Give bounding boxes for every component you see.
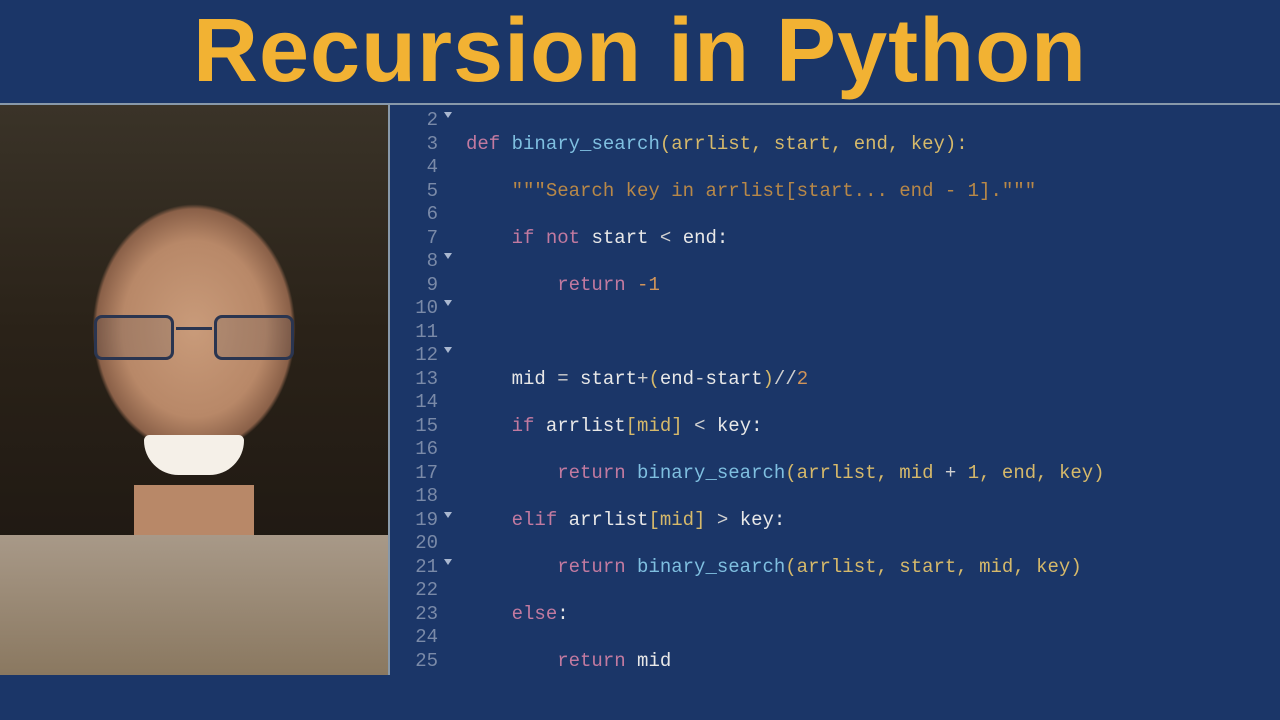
fold-icon[interactable] [444,112,452,118]
webcam-feed [0,105,390,675]
line-number: 16 [390,438,438,462]
line-number: 4 [390,156,438,180]
code-line: return binary_search(arrlist, mid + 1, e… [466,462,1280,486]
code-line: else: [466,603,1280,627]
content-row: 2345678910111213141516171819202122232425… [0,103,1280,720]
code-line: return -1 [466,274,1280,298]
code-line: """Search key in arrlist[start... end - … [466,180,1280,204]
line-number: 2 [390,109,438,133]
line-number: 11 [390,321,438,345]
code-line: if not start < end: [466,227,1280,251]
code-line: if arrlist[mid] < key: [466,415,1280,439]
line-number: 24 [390,626,438,650]
line-number: 9 [390,274,438,298]
line-number: 20 [390,532,438,556]
line-number: 12 [390,344,438,368]
code-line: return mid [466,650,1280,674]
code-line [466,321,1280,345]
line-number: 7 [390,227,438,251]
line-number: 25 [390,650,438,674]
line-number: 21 [390,556,438,580]
code-line: def binary_search(arrlist, start, end, k… [466,133,1280,157]
code-editor[interactable]: 2345678910111213141516171819202122232425… [390,105,1280,720]
code-line: mid = start+(end-start)//2 [466,368,1280,392]
fold-icon[interactable] [444,512,452,518]
line-number: 8 [390,250,438,274]
line-number: 5 [390,180,438,204]
line-number: 17 [390,462,438,486]
line-number: 14 [390,391,438,415]
line-number: 19 [390,509,438,533]
fold-icon[interactable] [444,347,452,353]
fold-icon[interactable] [444,559,452,565]
line-number-gutter: 2345678910111213141516171819202122232425 [390,109,446,720]
line-number: 23 [390,603,438,627]
line-number: 15 [390,415,438,439]
code-line: elif arrlist[mid] > key: [466,509,1280,533]
line-number: 3 [390,133,438,157]
line-number: 13 [390,368,438,392]
code-area[interactable]: def binary_search(arrlist, start, end, k… [446,109,1280,720]
fold-icon[interactable] [444,253,452,259]
line-number: 10 [390,297,438,321]
slide-title: Recursion in Python [193,0,1087,103]
line-number: 18 [390,485,438,509]
code-line: return binary_search(arrlist, start, mid… [466,556,1280,580]
code-line [466,697,1280,720]
fold-icon[interactable] [444,300,452,306]
line-number: 22 [390,579,438,603]
title-bar: Recursion in Python [0,0,1280,103]
line-number: 6 [390,203,438,227]
